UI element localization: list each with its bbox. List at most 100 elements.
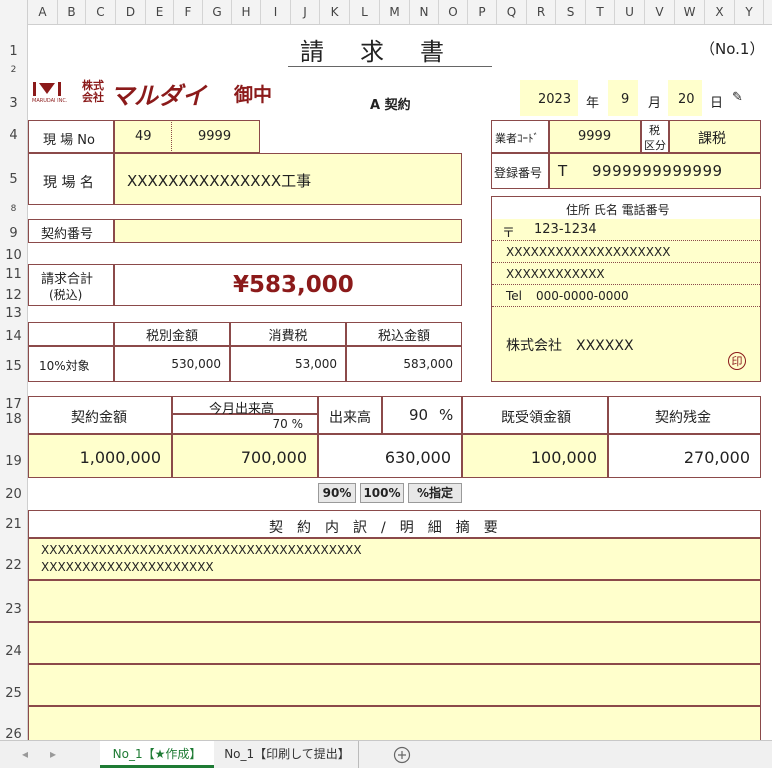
- row-header-9[interactable]: 9: [0, 226, 27, 241]
- site-name-label-cell: 現 場 名: [28, 153, 114, 205]
- column-header-v[interactable]: V: [645, 0, 675, 24]
- row-header-10[interactable]: 10: [0, 248, 27, 263]
- row-header-13[interactable]: 13: [0, 306, 27, 321]
- output-amount[interactable]: 630,000: [318, 434, 462, 478]
- column-header-d[interactable]: D: [116, 0, 146, 24]
- sheet-grid[interactable]: 請 求 書 （No.1） MARUDAI INC. 株式 会社 マルダイ 御中 …: [28, 24, 772, 740]
- site-no-2-cell[interactable]: 9999: [172, 120, 260, 153]
- address-line-1[interactable]: XXXXXXXXXXXXXXXXXXXX: [492, 241, 760, 263]
- select-all-corner[interactable]: [0, 0, 28, 24]
- row-header-20[interactable]: 20: [0, 487, 27, 502]
- row-header-8[interactable]: 8: [0, 204, 27, 214]
- contract-amount-value[interactable]: 1,000,000: [28, 434, 172, 478]
- set-90-button[interactable]: 90%: [318, 483, 356, 503]
- address-line-2[interactable]: XXXXXXXXXXXX: [492, 263, 760, 285]
- specify-pct-button[interactable]: %指定: [408, 483, 462, 503]
- row-header-bar: 1 2 3 4 5 8 9 10 11 12 13 14 15 17 18 19 20 21 22 23 24 25 26: [0, 24, 28, 742]
- tax-incl-value[interactable]: 583,000: [346, 346, 462, 382]
- day-cell[interactable]: 20: [668, 80, 702, 116]
- this-month-amount[interactable]: 700,000: [172, 434, 318, 478]
- tel-row[interactable]: Tel 000-0000-0000: [492, 285, 760, 307]
- tax-excl-value[interactable]: 530,000: [114, 346, 230, 382]
- remaining-amount[interactable]: 270,000: [608, 434, 761, 478]
- column-header-c[interactable]: C: [86, 0, 116, 24]
- row-header-1[interactable]: 1: [0, 44, 27, 59]
- set-100-button[interactable]: 100%: [360, 483, 404, 503]
- column-header-b[interactable]: B: [58, 0, 86, 24]
- scroll-left-icon[interactable]: ◂: [18, 741, 32, 768]
- column-header-f[interactable]: F: [174, 0, 203, 24]
- contract-no-cell[interactable]: [114, 219, 462, 243]
- logo-caption: MARUDAI INC.: [32, 98, 68, 104]
- row-header-5[interactable]: 5: [0, 172, 27, 187]
- vendor-name-cell[interactable]: 株式会社 XXXXXX 印: [492, 307, 760, 381]
- row-header-15[interactable]: 15: [0, 359, 27, 374]
- vendor-code-label-cell: 業者ｺｰﾄﾞ: [491, 120, 549, 153]
- row-header-21[interactable]: 21: [0, 517, 27, 532]
- output-pct-cell[interactable]: 90 %: [382, 396, 462, 434]
- sheet-tab-bar: ◂ ▸ No_1【★作成】 No_1【印刷して提出】: [0, 740, 772, 768]
- column-header-a[interactable]: A: [28, 0, 58, 24]
- column-header-k[interactable]: K: [320, 0, 350, 24]
- row-header-2[interactable]: 2: [0, 65, 27, 75]
- column-header-w[interactable]: W: [675, 0, 705, 24]
- spreadsheet-window: ABCDEFGHIJKLMNOPQRSTUVWXY 1 2 3 4 5 8 9 10 11 12 1…: [0, 0, 772, 768]
- row-header-3[interactable]: 3: [0, 96, 27, 111]
- column-header-u[interactable]: U: [615, 0, 645, 24]
- row-header-22[interactable]: 22: [0, 558, 27, 573]
- detail-row-3[interactable]: [28, 622, 761, 664]
- detail-row-5[interactable]: [28, 706, 761, 740]
- add-sheet-icon[interactable]: [392, 741, 412, 768]
- column-header-x[interactable]: X: [705, 0, 735, 24]
- sheet-tab-print[interactable]: No_1【印刷して提出】: [216, 741, 359, 768]
- marudai-logo-icon: MARUDAI INC.: [32, 81, 67, 107]
- site-name-cell[interactable]: XXXXXXXXXXXXXXX工事: [114, 153, 462, 205]
- column-header-j[interactable]: J: [291, 0, 320, 24]
- row-header-12[interactable]: 12: [0, 288, 27, 303]
- year-cell[interactable]: 2023: [520, 80, 578, 116]
- column-header-n[interactable]: N: [410, 0, 439, 24]
- site-no-1-cell[interactable]: 49: [114, 120, 172, 153]
- remaining-header: 契約残金: [608, 396, 761, 434]
- column-header-t[interactable]: T: [586, 0, 615, 24]
- column-header-m[interactable]: M: [380, 0, 410, 24]
- tax-class-label-cell: 税 区分: [641, 120, 669, 153]
- scroll-right-icon[interactable]: ▸: [46, 741, 60, 768]
- row-header-25[interactable]: 25: [0, 686, 27, 701]
- row-header-23[interactable]: 23: [0, 602, 27, 617]
- detail-row-4[interactable]: [28, 664, 761, 706]
- column-header-r[interactable]: R: [527, 0, 556, 24]
- detail-row-1[interactable]: XXXXXXXXXXXXXXXXXXXXXXXXXXXXXXXXXXXXXXX …: [28, 538, 761, 580]
- row-header-18[interactable]: 18: [0, 412, 27, 427]
- sheet-tab-active[interactable]: No_1【★作成】: [100, 741, 214, 768]
- column-header-q[interactable]: Q: [497, 0, 527, 24]
- column-header-h[interactable]: H: [232, 0, 261, 24]
- row-header-17[interactable]: 17: [0, 397, 27, 412]
- month-cell[interactable]: 9: [608, 80, 638, 116]
- registration-cell[interactable]: T 9999999999999: [549, 153, 761, 189]
- column-header-e[interactable]: E: [146, 0, 174, 24]
- column-header-o[interactable]: O: [439, 0, 468, 24]
- detail-row-2[interactable]: [28, 580, 761, 622]
- column-header-y[interactable]: Y: [735, 0, 764, 24]
- row-header-24[interactable]: 24: [0, 644, 27, 659]
- row-header-14[interactable]: 14: [0, 329, 27, 344]
- row-header-19[interactable]: 19: [0, 454, 27, 469]
- company-kai: 会社: [82, 91, 104, 104]
- column-header-g[interactable]: G: [203, 0, 232, 24]
- consumption-tax-value[interactable]: 53,000: [230, 346, 346, 382]
- registration-label-cell: 登録番号: [491, 153, 549, 189]
- column-header-l[interactable]: L: [350, 0, 380, 24]
- row-header-4[interactable]: 4: [0, 128, 27, 143]
- row-header-11[interactable]: 11: [0, 267, 27, 282]
- column-header-p[interactable]: P: [468, 0, 497, 24]
- year-label: 年: [586, 96, 600, 111]
- vendor-code-cell[interactable]: 9999: [549, 120, 641, 153]
- column-header-i[interactable]: I: [261, 0, 291, 24]
- total-amount-cell[interactable]: ¥583,000: [114, 264, 462, 306]
- zip-row[interactable]: 〒 123-1234: [492, 219, 760, 241]
- received-amount[interactable]: 100,000: [462, 434, 608, 478]
- column-header-s[interactable]: S: [556, 0, 586, 24]
- this-month-pct[interactable]: 70 %: [172, 414, 318, 434]
- tax-class-cell[interactable]: 課税: [669, 120, 761, 153]
